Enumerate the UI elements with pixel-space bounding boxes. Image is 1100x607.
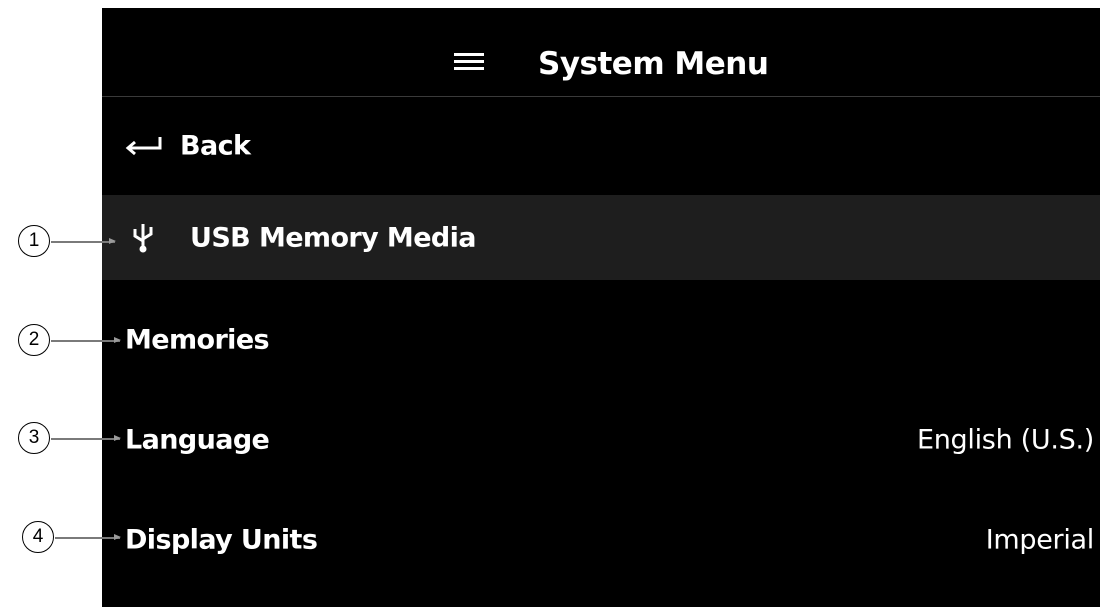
callout-2-leader: [51, 337, 121, 343]
display-units-label: Display Units: [125, 524, 318, 556]
callout-4: 4: [22, 521, 54, 553]
menu-item-memories[interactable]: Memories: [102, 290, 1100, 390]
system-menu-screen: System Menu Back USB Memory Media Memori…: [102, 8, 1100, 607]
callout-2: 2: [18, 324, 50, 356]
usb-label: USB Memory Media: [190, 222, 477, 253]
callout-3: 3: [18, 422, 50, 454]
back-button[interactable]: Back: [102, 97, 1100, 195]
language-value: English (U.S.): [916, 424, 1094, 456]
menu-item-language[interactable]: Language English (U.S.): [102, 390, 1100, 490]
menu-item-display-units[interactable]: Display Units Imperial: [102, 490, 1100, 590]
language-label: Language: [125, 424, 270, 456]
usb-icon: [124, 223, 164, 253]
menu-item-usb-memory-media[interactable]: USB Memory Media: [102, 195, 1100, 280]
callout-4-leader: [55, 534, 121, 540]
memories-label: Memories: [125, 324, 270, 356]
callout-3-leader: [51, 435, 121, 441]
page-title: System Menu: [538, 46, 769, 82]
return-arrow-icon: [124, 131, 164, 161]
callout-1: 1: [18, 225, 50, 257]
header-bar: System Menu: [102, 8, 1100, 97]
display-units-value: Imperial: [985, 524, 1095, 556]
back-label: Back: [180, 130, 251, 162]
callout-1-leader: [51, 238, 116, 244]
hamburger-icon[interactable]: [454, 53, 484, 70]
